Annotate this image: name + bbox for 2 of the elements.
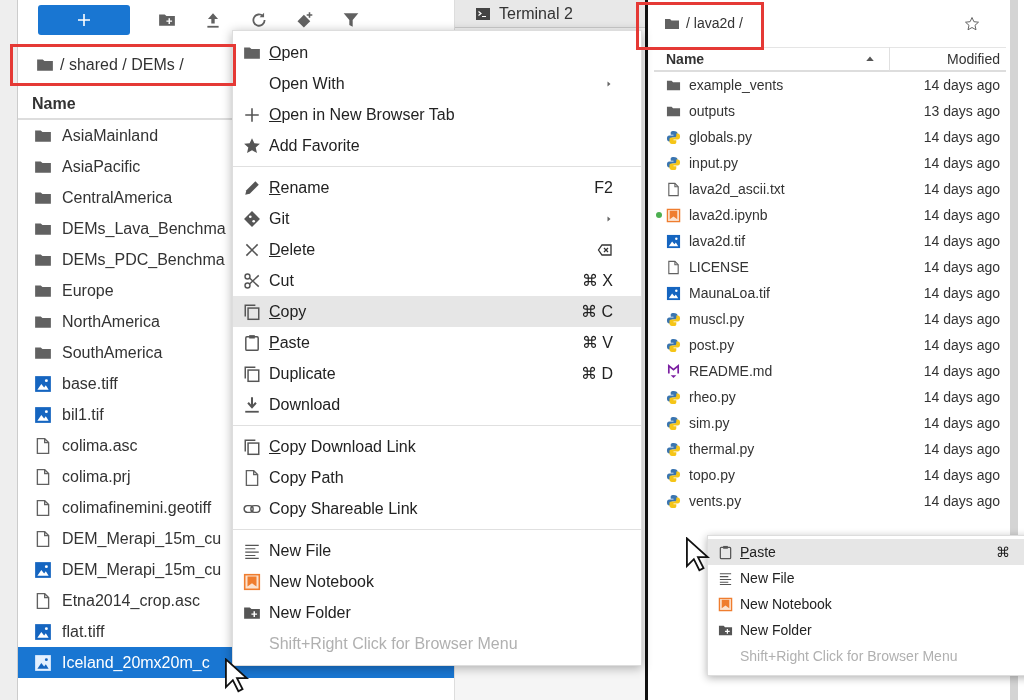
menu-item: Shift+Right Click for Browser Menu bbox=[739, 646, 959, 666]
menu-item: Shift+Right Click for Browser Menu bbox=[268, 633, 519, 654]
